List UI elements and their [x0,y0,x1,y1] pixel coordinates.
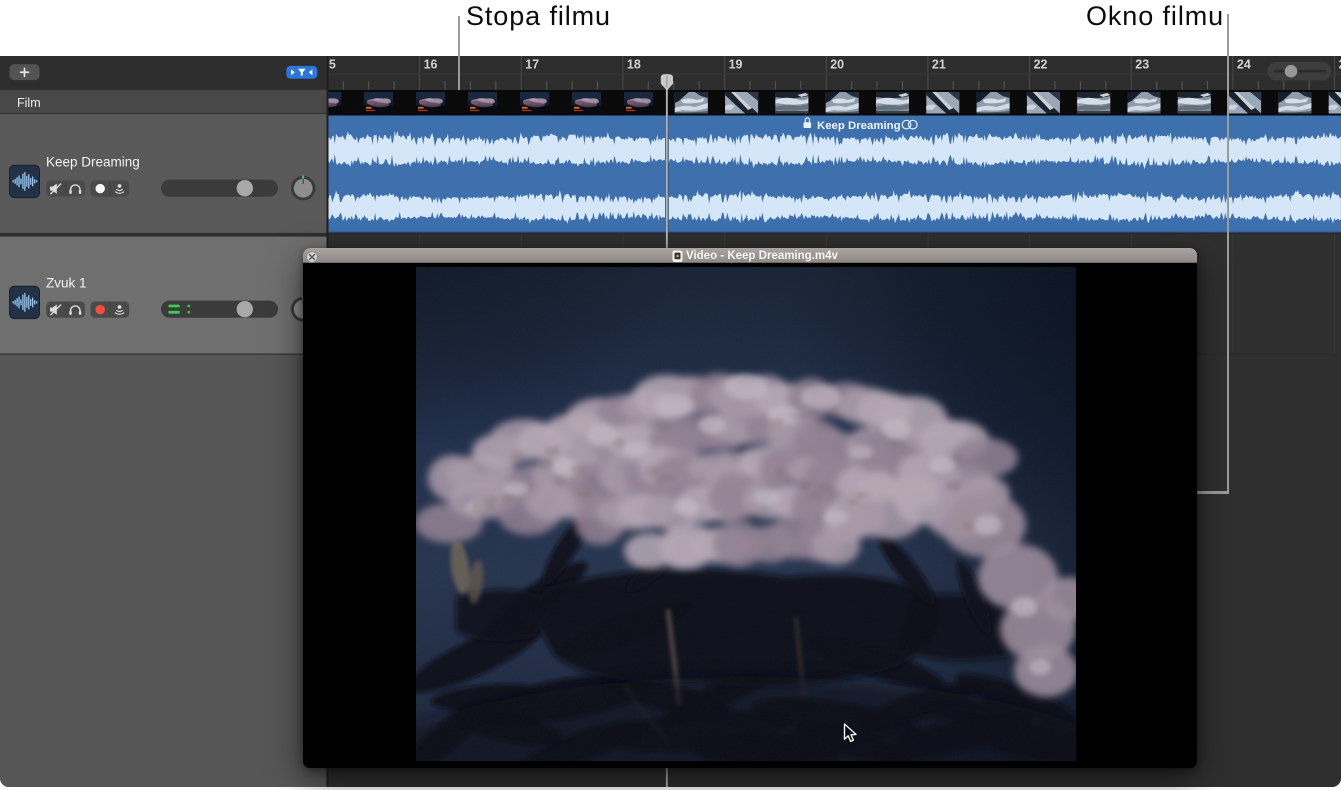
svg-text:Zvuk 1: Zvuk 1 [46,276,87,291]
svg-text:Keep Dreaming: Keep Dreaming [46,155,140,170]
svg-text:Film: Film [17,96,41,110]
